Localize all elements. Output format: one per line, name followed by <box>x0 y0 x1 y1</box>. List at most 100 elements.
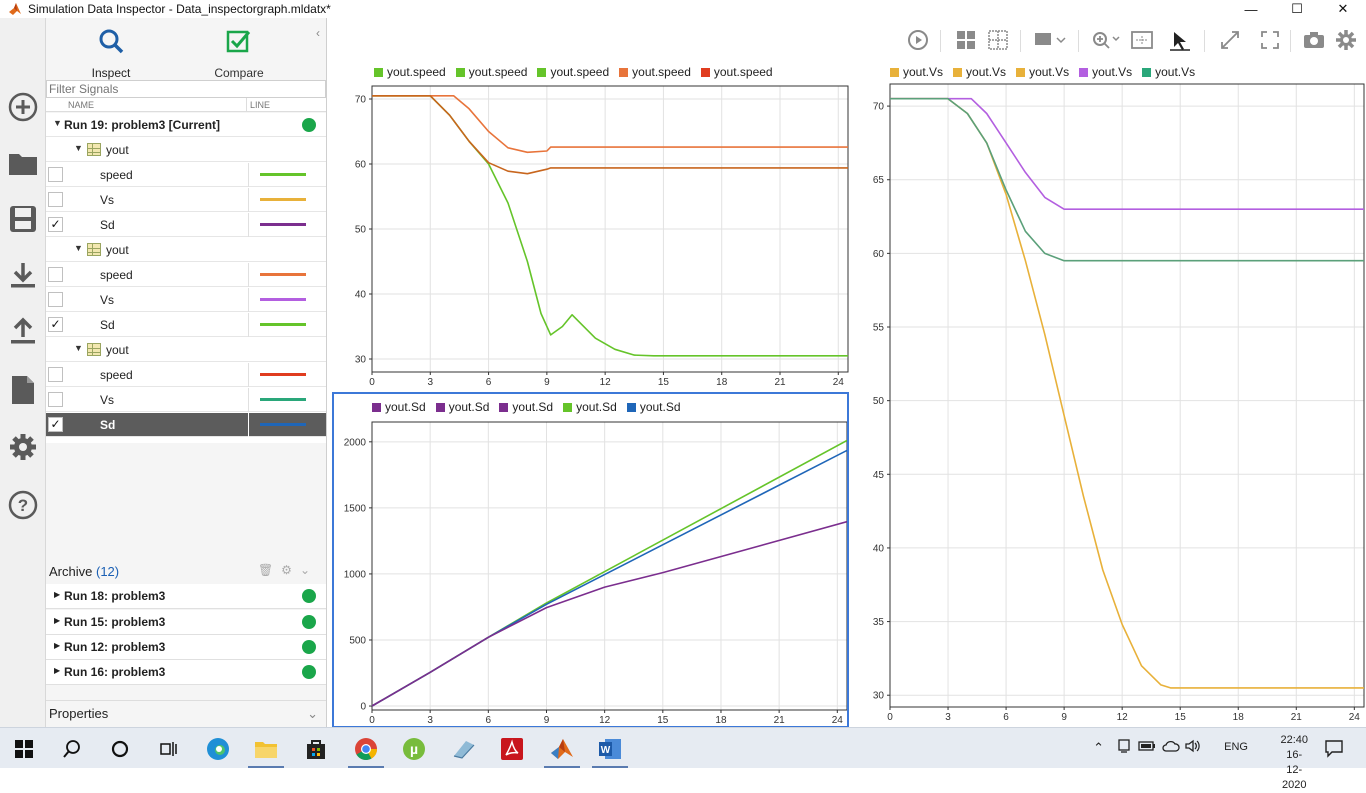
maximize-button[interactable]: ☐ <box>1274 0 1320 18</box>
upload-icon[interactable] <box>6 314 40 348</box>
tab-compare[interactable]: Compare <box>194 26 284 82</box>
legend-item[interactable]: yout.Sd <box>563 400 617 414</box>
line-swatch[interactable] <box>260 373 306 376</box>
signal-row[interactable]: Vs <box>46 388 326 412</box>
archive-run-row[interactable]: ▶ Run 16: problem3 <box>46 660 326 685</box>
document-icon[interactable] <box>6 373 40 407</box>
zoom-icon[interactable] <box>1090 28 1122 52</box>
store-icon[interactable] <box>296 734 336 764</box>
vs-plot-canvas[interactable]: 0 3 6 9 12 15 18 21 24 30 35 40 45 50 55 60 65 70 <box>854 62 1366 727</box>
clock[interactable]: 22:40 16-12-2020 <box>1280 733 1308 793</box>
trash-icon[interactable]: 🗑 <box>258 563 281 577</box>
legend-item[interactable]: yout.Sd <box>372 400 426 414</box>
word-icon[interactable]: W <box>590 734 630 768</box>
chevron-down-icon[interactable]: ⌄ <box>307 706 318 722</box>
signal-row-selected[interactable]: ✓ Sd <box>46 413 326 437</box>
group-row[interactable]: ▼ yout <box>46 138 326 162</box>
expand-triangle-icon[interactable]: ▼ <box>74 143 83 153</box>
legend-item[interactable]: yout.Sd <box>435 400 489 414</box>
legend-item[interactable]: yout.speed <box>537 65 609 79</box>
gear-icon[interactable]: ⚙ <box>281 563 300 577</box>
properties-section[interactable]: Properties ⌄ <box>46 700 326 727</box>
language-indicator[interactable]: ENG <box>1224 741 1248 753</box>
signal-checkbox[interactable] <box>48 367 63 382</box>
acrobat-icon[interactable] <box>492 734 532 764</box>
fit-icon[interactable] <box>1130 28 1154 52</box>
save-icon[interactable] <box>6 202 40 236</box>
download-icon[interactable] <box>6 258 40 292</box>
expand-triangle-icon[interactable]: ▶ <box>54 666 60 675</box>
expand-triangle-icon[interactable]: ▶ <box>54 616 60 625</box>
cursor-icon[interactable] <box>1168 28 1192 52</box>
collapse-panel-icon[interactable]: ‹ <box>316 26 320 40</box>
matlab-icon[interactable] <box>542 734 582 768</box>
search-icon[interactable] <box>52 734 92 764</box>
speed-plot[interactable]: yout.speed yout.speed yout.speed yout.speed… <box>332 62 852 390</box>
expand-icon[interactable] <box>1218 28 1242 52</box>
run-row-current[interactable]: ▼ Run 19: problem3 [Current] <box>46 113 326 137</box>
line-swatch[interactable] <box>260 223 306 226</box>
legend-item[interactable]: yout.Sd <box>626 400 681 414</box>
signal-checkbox[interactable] <box>48 267 63 282</box>
fullscreen-icon[interactable] <box>1258 28 1282 52</box>
group-row[interactable]: ▼ yout <box>46 238 326 262</box>
expand-triangle-icon[interactable]: ▶ <box>54 590 60 599</box>
legend-item[interactable]: yout.speed <box>455 65 527 79</box>
settings-icon[interactable] <box>1334 28 1358 52</box>
cortana-icon[interactable] <box>100 734 140 764</box>
legend-item[interactable]: yout.speed <box>619 65 691 79</box>
tab-inspect[interactable]: Inspect <box>66 26 156 86</box>
signal-checkbox[interactable] <box>48 167 63 182</box>
signal-checkbox[interactable] <box>48 192 63 207</box>
signal-checkbox[interactable] <box>48 392 63 407</box>
folder-icon[interactable] <box>6 146 40 180</box>
line-swatch[interactable] <box>260 323 306 326</box>
layout-icon[interactable] <box>954 28 978 52</box>
edge-icon[interactable] <box>198 734 238 764</box>
help-icon[interactable]: ? <box>6 488 40 522</box>
chevron-down-icon[interactable]: ⌄ <box>300 563 318 577</box>
signal-row[interactable]: speed <box>46 163 326 187</box>
line-swatch[interactable] <box>260 273 306 276</box>
line-swatch[interactable] <box>260 173 306 176</box>
signal-row[interactable]: Vs <box>46 288 326 312</box>
archive-run-row[interactable]: ▶ Run 18: problem3 <box>46 584 326 609</box>
expand-triangle-icon[interactable]: ▼ <box>74 343 83 353</box>
volume-icon[interactable] <box>1184 738 1202 757</box>
battery-icon[interactable] <box>1138 738 1156 757</box>
filter-signals-input[interactable] <box>46 80 326 98</box>
signal-checkbox[interactable]: ✓ <box>48 317 63 332</box>
legend-item[interactable]: yout.speed <box>700 65 773 79</box>
subplot-icon[interactable] <box>986 28 1010 52</box>
legend-item[interactable]: yout.Vs <box>1016 65 1069 79</box>
legend-item[interactable]: yout.speed <box>374 65 446 79</box>
camera-icon[interactable] <box>1302 28 1326 52</box>
line-swatch[interactable] <box>260 298 306 301</box>
signal-row[interactable]: ✓ Sd <box>46 213 326 237</box>
chevron-up-icon[interactable]: ⌃ <box>1093 740 1104 756</box>
marker-icon[interactable] <box>1032 28 1068 52</box>
vs-plot[interactable]: yout.Vs yout.Vs yout.Vs yout.Vs yout.Vs 0 3 6 9… <box>854 62 1366 727</box>
expand-triangle-icon[interactable]: ▶ <box>54 641 60 650</box>
signal-row[interactable]: ✓ Sd <box>46 313 326 337</box>
file-explorer-icon[interactable] <box>246 734 286 768</box>
legend-item[interactable]: yout.Vs <box>1079 65 1132 79</box>
signal-checkbox[interactable]: ✓ <box>48 217 63 232</box>
add-icon[interactable] <box>6 90 40 124</box>
group-row[interactable]: ▼ yout <box>46 338 326 362</box>
expand-triangle-icon[interactable]: ▼ <box>74 243 83 253</box>
app-icon[interactable] <box>444 734 484 764</box>
play-icon[interactable] <box>906 28 930 52</box>
legend-item[interactable]: yout.Vs <box>1142 65 1195 79</box>
archive-run-row[interactable]: ▶ Run 15: problem3 <box>46 610 326 635</box>
expand-triangle-icon[interactable]: ▼ <box>53 118 62 128</box>
line-swatch[interactable] <box>260 423 306 426</box>
cloud-icon[interactable] <box>1162 738 1180 757</box>
network-icon[interactable] <box>1116 738 1132 757</box>
gear-icon[interactable] <box>6 430 40 464</box>
signal-row[interactable]: speed <box>46 363 326 387</box>
legend-item[interactable]: yout.Sd <box>499 400 553 414</box>
close-button[interactable]: ✕ <box>1320 0 1366 18</box>
legend-item[interactable]: yout.Vs <box>890 65 943 79</box>
sd-plot[interactable]: yout.Sd yout.Sd yout.Sd yout.Sd yout.Sd 0 3 6 9… <box>332 392 849 728</box>
